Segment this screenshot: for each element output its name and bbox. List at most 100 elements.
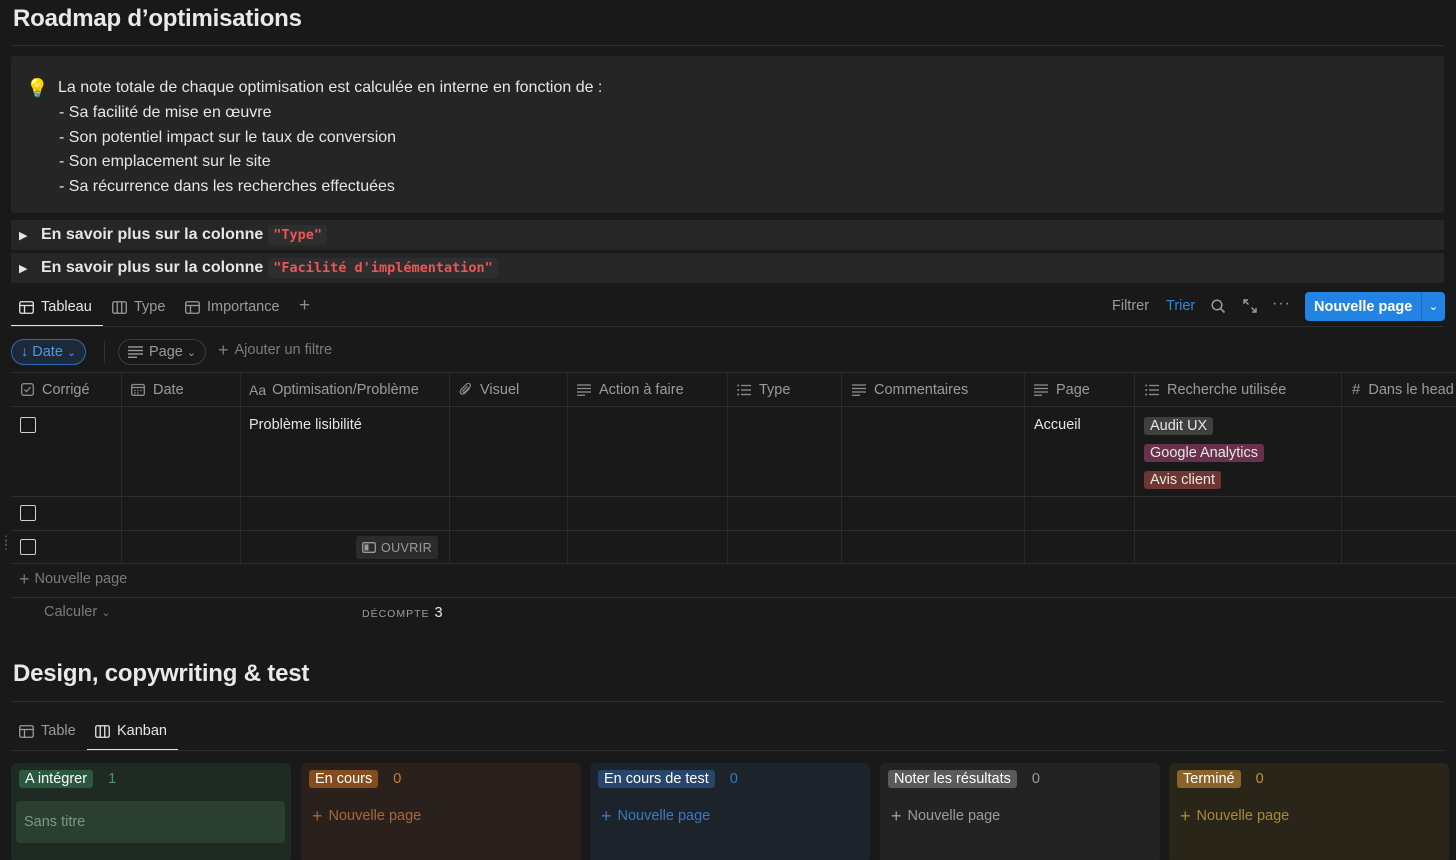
count-value: 3 [434, 605, 443, 621]
new-page-label: Nouvelle page [328, 808, 422, 824]
arrow-down-icon: ↓ [21, 344, 29, 360]
kanban-column-noter-resultats: Noter les résultats 0 + Nouvelle page [880, 763, 1160, 860]
kanban-column-termine: Terminé 0 + Nouvelle page [1169, 763, 1449, 860]
text-icon [128, 346, 143, 358]
kanban-column-header[interactable]: En cours 0 [309, 770, 401, 788]
chevron-down-icon[interactable]: ⌄ [1422, 300, 1445, 313]
kanban-card[interactable]: Sans titre [16, 801, 285, 843]
kanban-count: 0 [1031, 771, 1040, 787]
column-header-date[interactable]: Date [131, 372, 184, 407]
tab-label: Kanban [117, 723, 167, 739]
kanban-count: 0 [1255, 771, 1264, 787]
tab-type[interactable]: Type [112, 287, 165, 327]
kanban-column-header[interactable]: Terminé 0 [1177, 770, 1264, 788]
row-checkbox[interactable] [20, 539, 36, 555]
column-line [727, 372, 728, 563]
kanban-column-en-cours-de-test: En cours de test 0 + Nouvelle page [590, 763, 870, 860]
filter-button[interactable]: Filtrer [1112, 298, 1149, 314]
tabs-divider [11, 326, 1444, 327]
column-label: Page [1056, 381, 1090, 398]
toggle-facilite[interactable]: ▶ En savoir plus sur la colonne "Facilit… [11, 252, 1444, 283]
column-header-page[interactable]: Page [1034, 372, 1090, 407]
row-line [11, 496, 1456, 497]
toggle-triangle-icon[interactable]: ▶ [19, 262, 33, 275]
card-title: Sans titre [24, 814, 86, 830]
column-header-recherche[interactable]: Recherche utilisée [1145, 372, 1286, 407]
calculate-button[interactable]: Calculer ⌄ [44, 604, 110, 620]
row-line [11, 563, 1456, 564]
section-title: Design, copywriting & test [13, 660, 310, 687]
toggle-triangle-icon[interactable]: ▶ [19, 229, 33, 242]
text-icon [577, 383, 591, 396]
lightbulb-icon: 💡 [26, 78, 49, 98]
toggle-type[interactable]: ▶ En savoir plus sur la colonne "Type" [11, 219, 1444, 250]
calendar-icon [131, 383, 145, 396]
row-checkbox[interactable] [20, 417, 36, 433]
drag-handle-icon[interactable]: ⋮ ⋮ [0, 534, 12, 551]
new-row-button[interactable]: + Nouvelle page [19, 570, 127, 588]
kanban-new-page[interactable]: + Nouvelle page [891, 807, 1001, 825]
tab-tableau[interactable]: Tableau [19, 287, 92, 327]
status-badge: En cours de test [598, 770, 715, 788]
more-options-icon[interactable]: ··· [1272, 295, 1291, 313]
column-line [121, 372, 122, 563]
column-header-corrige[interactable]: Corrigé [21, 372, 90, 407]
column-label: Optimisation/Problème [272, 381, 419, 398]
table-icon [185, 300, 200, 314]
number-icon: # [1352, 381, 1361, 398]
open-row-button[interactable]: OUVRIR [356, 536, 439, 559]
row-checkbox[interactable] [20, 505, 36, 521]
kanban-column-header[interactable]: En cours de test 0 [598, 770, 738, 788]
column-header-commentaires[interactable]: Commentaires [852, 372, 968, 407]
row-line [11, 406, 1456, 407]
column-header-action[interactable]: Action à faire [577, 372, 684, 407]
open-row-label: OUVRIR [381, 540, 433, 555]
column-header-optimisation[interactable]: Aa Optimisation/Problème [249, 372, 419, 407]
tab-kanban[interactable]: Kanban [95, 711, 167, 751]
new-page-button[interactable]: Nouvelle page ⌄ [1305, 292, 1445, 321]
kanban-column-header[interactable]: Noter les résultats 0 [888, 770, 1040, 788]
column-line [567, 372, 568, 563]
row-page[interactable]: Accueil [1034, 417, 1081, 433]
tab-label: Table [41, 723, 76, 739]
plus-icon: + [218, 340, 229, 360]
board-icon [112, 300, 127, 314]
column-label: Date [153, 381, 184, 398]
tab-table[interactable]: Table [19, 711, 76, 751]
kanban-new-page[interactable]: + Nouvelle page [601, 807, 710, 825]
add-filter-button[interactable]: + Ajouter un filtre [218, 340, 332, 360]
status-badge: Terminé [1177, 770, 1241, 788]
calculate-label: Calculer [44, 604, 98, 620]
search-icon[interactable] [1211, 299, 1226, 314]
filter-pill-page[interactable]: Page ⌄ [118, 339, 207, 365]
row-title[interactable]: Problème lisibilité [249, 417, 362, 433]
new-page-label: Nouvelle page [1314, 298, 1413, 315]
column-line [1341, 372, 1342, 563]
board-icon [95, 724, 110, 738]
new-page-label: Nouvelle page [907, 808, 1001, 824]
count-summary[interactable]: DÉCOMPTE 3 [362, 605, 443, 621]
new-page-label: Nouvelle page [1196, 808, 1290, 824]
callout-line: - Son potentiel impact sur le taux de co… [59, 128, 397, 146]
chevron-down-icon: ⌄ [66, 346, 77, 359]
tab-importance[interactable]: Importance [185, 287, 280, 327]
sort-button[interactable]: Trier [1166, 298, 1195, 314]
status-badge: Noter les résultats [888, 770, 1017, 788]
kanban-new-page[interactable]: + Nouvelle page [312, 807, 422, 825]
text-icon [1034, 383, 1048, 396]
callout-line: La note totale de chaque optimisation es… [58, 79, 603, 96]
callout-line: - Son emplacement sur le site [59, 153, 271, 171]
expand-icon[interactable] [1243, 299, 1257, 313]
tag-audit-ux: Audit UX [1144, 417, 1214, 435]
tab-label: Importance [207, 299, 280, 315]
kanban-column-header[interactable]: A intégrer 1 [19, 770, 116, 788]
column-header-type[interactable]: Type [737, 372, 790, 407]
sort-pill-date[interactable]: ↓ Date ⌄ [11, 339, 87, 365]
chevron-down-icon: ⌄ [186, 346, 197, 359]
column-label: Dans le head [1368, 381, 1454, 398]
add-view-plus-icon[interactable]: + [299, 296, 310, 315]
kanban-new-page[interactable]: + Nouvelle page [1180, 807, 1290, 825]
column-label: Corrigé [42, 381, 90, 398]
column-header-visuel[interactable]: Visuel [459, 372, 519, 407]
column-header-dans-le-head[interactable]: # Dans le head [1352, 372, 1456, 407]
